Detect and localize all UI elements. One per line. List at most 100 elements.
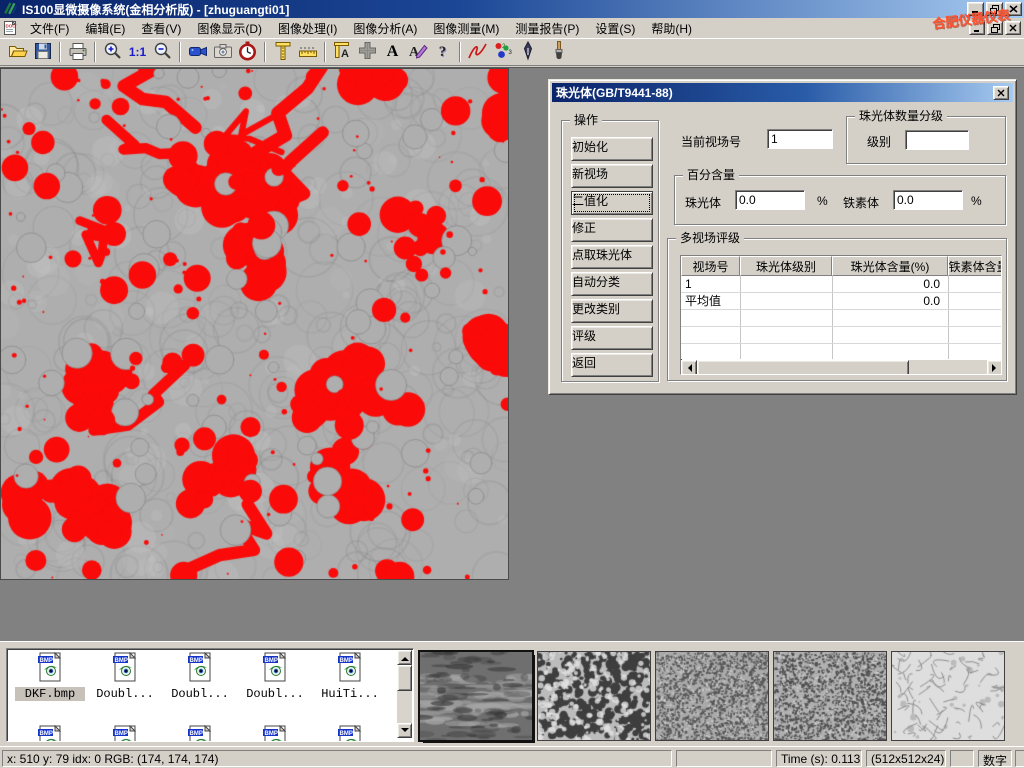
ferrite-value-input[interactable] xyxy=(893,190,963,210)
print-button[interactable] xyxy=(65,40,90,64)
save-button[interactable] xyxy=(30,40,55,64)
scroll-right-button[interactable] xyxy=(987,360,1002,375)
grade-button[interactable]: 评级 xyxy=(571,326,653,350)
new-view-button[interactable]: 新视场 xyxy=(571,164,653,188)
level-input[interactable] xyxy=(905,130,969,150)
menu-view[interactable]: 查看(V) xyxy=(133,18,189,39)
pearlite-value-input[interactable] xyxy=(735,190,805,210)
table-row-cell[interactable]: 0.0 xyxy=(832,276,940,292)
col-pearlite-content[interactable]: 珠光体含量(%) xyxy=(832,256,948,276)
sample-thumbnail-5[interactable] xyxy=(892,652,1004,740)
file-item[interactable]: BMP Doubl... xyxy=(165,652,235,701)
file-list-scrollbar[interactable] xyxy=(397,650,412,738)
sample-thumbnail-3[interactable] xyxy=(656,652,768,740)
text-button[interactable]: A xyxy=(380,40,405,64)
table-row-cell[interactable]: 平均值 xyxy=(685,293,721,309)
file-item[interactable]: BMP xyxy=(315,725,385,742)
table-row-cell[interactable]: 0.0 xyxy=(832,293,940,309)
col-pearlite-level[interactable]: 珠光体级别 xyxy=(740,256,832,276)
pen-icon xyxy=(521,41,535,64)
sample-thumbnail-1[interactable] xyxy=(420,652,532,740)
dialog-close-button[interactable] xyxy=(993,86,1009,100)
file-item[interactable]: BMP xyxy=(165,725,235,742)
file-name[interactable]: Doubl... xyxy=(240,687,310,701)
multi-view-table[interactable]: 视场号 珠光体级别 珠光体含量(%) 铁素体含量(%) 1 0.0 平均值 xyxy=(680,255,1002,375)
timer-button[interactable] xyxy=(235,40,260,64)
sample-thumbnail-4[interactable] xyxy=(774,652,886,740)
classify-button[interactable]: 23 xyxy=(490,40,515,64)
help-button[interactable]: ? xyxy=(430,40,455,64)
initialize-button[interactable]: 初始化 xyxy=(571,137,653,161)
file-item[interactable]: BMP DKF.bmp xyxy=(15,652,85,701)
pick-pearlite-button[interactable]: 点取珠光体 xyxy=(571,245,653,269)
file-name[interactable]: HuiTi... xyxy=(315,687,385,701)
file-item[interactable]: BMP xyxy=(15,725,85,742)
menu-image-display[interactable]: 图像显示(D) xyxy=(189,18,270,39)
binarize-button[interactable]: 二值化 xyxy=(571,191,653,215)
table-row-cell[interactable]: 1 xyxy=(685,276,692,292)
scrollbar-thumb[interactable] xyxy=(397,665,412,691)
grid-cross-icon xyxy=(358,41,377,63)
snapshot-button[interactable] xyxy=(210,40,235,64)
current-view-input[interactable] xyxy=(767,129,833,149)
file-name[interactable]: Doubl... xyxy=(90,687,160,701)
micrograph-image[interactable] xyxy=(1,69,508,579)
zoom-in-button[interactable] xyxy=(100,40,125,64)
bmp-file-icon: BMP xyxy=(187,725,214,742)
empty-panel xyxy=(676,750,772,767)
col-ferrite-content[interactable]: 铁素体含量(%) xyxy=(948,256,1002,276)
video-capture-button[interactable] xyxy=(185,40,210,64)
sample-thumbnail-2[interactable] xyxy=(538,652,650,740)
caliper-button[interactable] xyxy=(270,40,295,64)
file-name[interactable]: DKF.bmp xyxy=(15,687,85,701)
table-horizontal-scrollbar[interactable] xyxy=(681,360,1002,375)
bmp-file-icon: BMP xyxy=(187,652,214,684)
open-button[interactable] xyxy=(5,40,30,64)
correct-button[interactable]: 修正 xyxy=(571,218,653,242)
scroll-down-button[interactable] xyxy=(397,723,412,738)
child-window-icon: DOC xyxy=(3,20,18,36)
scrollbar-thumb[interactable] xyxy=(697,360,909,375)
toolbar-separator xyxy=(324,42,326,62)
svg-text:BMP: BMP xyxy=(264,658,277,664)
menu-image-analysis[interactable]: 图像分析(A) xyxy=(345,18,425,39)
file-item[interactable]: BMP xyxy=(240,725,310,742)
actual-size-button[interactable]: 1:1 xyxy=(125,40,150,64)
file-item[interactable]: BMP xyxy=(90,725,160,742)
bmp-file-icon: BMP xyxy=(337,652,364,684)
menu-file[interactable]: 文件(F) xyxy=(22,18,77,39)
scroll-left-button[interactable] xyxy=(681,360,697,375)
measure-label-button[interactable]: A xyxy=(330,40,355,64)
scroll-up-button[interactable] xyxy=(397,650,412,665)
menu-measure-report[interactable]: 测量报告(P) xyxy=(507,18,587,39)
stopwatch-icon xyxy=(238,41,257,64)
auto-classify-button[interactable]: 自动分类 xyxy=(571,272,653,296)
dialog-title-bar[interactable]: 珠光体(GB/T9441-88) xyxy=(552,83,1013,102)
video-camera-icon xyxy=(188,43,208,62)
change-class-button[interactable]: 更改类别 xyxy=(571,299,653,323)
col-view-number[interactable]: 视场号 xyxy=(681,256,740,276)
svg-text:BMP: BMP xyxy=(189,731,202,737)
annotate-button[interactable]: A xyxy=(405,40,430,64)
magnifier-minus-icon xyxy=(153,41,172,63)
file-item[interactable]: BMP Doubl... xyxy=(90,652,160,701)
status-bar: x: 510 y: 79 idx: 0 RGB: (174, 174, 174)… xyxy=(0,746,1024,768)
menu-image-processing[interactable]: 图像处理(I) xyxy=(270,18,345,39)
zoom-out-button[interactable] xyxy=(150,40,175,64)
file-name[interactable]: Doubl... xyxy=(165,687,235,701)
file-item[interactable]: BMP HuiTi... xyxy=(315,652,385,701)
ruler-button[interactable] xyxy=(295,40,320,64)
menu-image-measure[interactable]: 图像测量(M) xyxy=(425,18,507,39)
return-button[interactable]: 返回 xyxy=(571,353,653,377)
brush-tool-button[interactable] xyxy=(546,40,571,64)
file-item[interactable]: BMP Doubl... xyxy=(240,652,310,701)
pearlite-label: 珠光体 xyxy=(685,194,721,211)
pen-tool-button[interactable] xyxy=(515,40,540,64)
menu-settings[interactable]: 设置(S) xyxy=(587,18,643,39)
folder-open-icon xyxy=(8,42,28,63)
grid-button[interactable] xyxy=(355,40,380,64)
svg-text:DOC: DOC xyxy=(6,24,17,29)
curve-tool-button[interactable] xyxy=(465,40,490,64)
menu-help[interactable]: 帮助(H) xyxy=(643,18,700,39)
menu-edit[interactable]: 编辑(E) xyxy=(77,18,133,39)
